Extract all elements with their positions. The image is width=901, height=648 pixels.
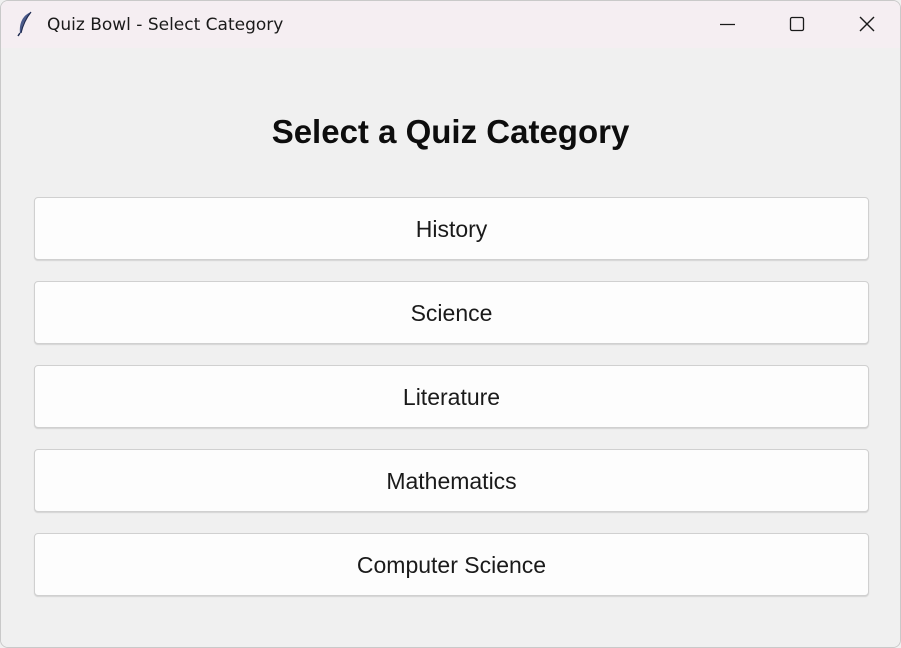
maximize-button[interactable] bbox=[762, 1, 830, 48]
minimize-icon bbox=[720, 23, 735, 26]
maximize-icon bbox=[789, 16, 805, 32]
page-title: Select a Quiz Category bbox=[271, 113, 630, 150]
close-button[interactable] bbox=[832, 1, 900, 48]
app-window: Quiz Bowl - Select Category Select a Qui… bbox=[0, 0, 901, 648]
category-button-history[interactable]: History bbox=[34, 197, 869, 260]
category-button-computer-science[interactable]: Computer Science bbox=[34, 533, 869, 596]
category-button-science[interactable]: Science bbox=[34, 281, 869, 344]
category-button-mathematics[interactable]: Mathematics bbox=[34, 449, 869, 512]
category-button-literature[interactable]: Literature bbox=[34, 365, 869, 428]
feather-icon bbox=[15, 11, 35, 37]
window-title: Quiz Bowl - Select Category bbox=[47, 15, 284, 35]
close-icon bbox=[859, 16, 875, 32]
minimize-button[interactable] bbox=[693, 1, 761, 48]
main-content: Select a Quiz Category History Science L… bbox=[1, 48, 900, 647]
title-bar[interactable]: Quiz Bowl - Select Category bbox=[1, 1, 900, 48]
